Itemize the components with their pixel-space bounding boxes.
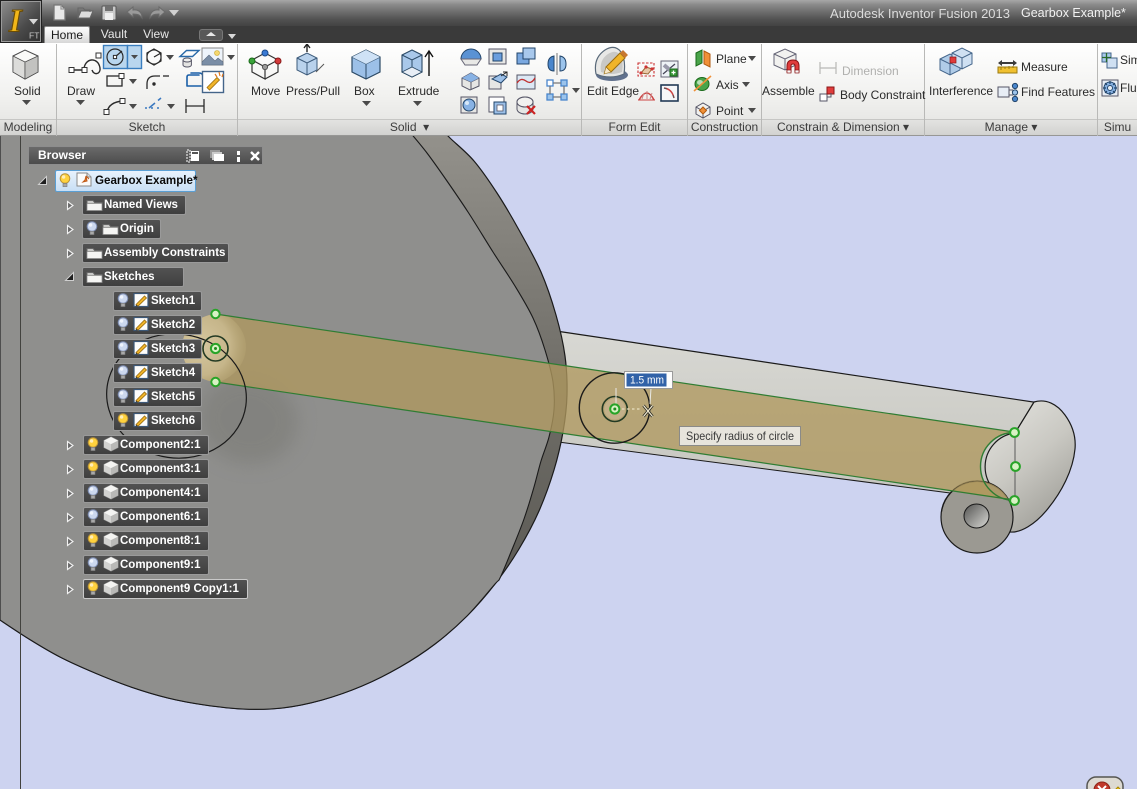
svg-text:Sim: Sim bbox=[1120, 53, 1137, 67]
svg-text:Axis: Axis bbox=[716, 78, 739, 92]
svg-text:Body Constraint: Body Constraint bbox=[840, 88, 926, 102]
svg-text:1.5 mm: 1.5 mm bbox=[630, 375, 664, 387]
svg-text:Flui: Flui bbox=[1120, 81, 1137, 95]
svg-text:Measure: Measure bbox=[1021, 60, 1068, 74]
svg-text:Edit Edge: Edit Edge bbox=[587, 84, 639, 98]
svg-text:Point: Point bbox=[716, 104, 744, 118]
svg-text:Press/Pull: Press/Pull bbox=[286, 84, 340, 98]
svg-text:Solid: Solid bbox=[14, 84, 41, 98]
svg-text:Interference: Interference bbox=[929, 84, 993, 98]
svg-text:Box: Box bbox=[354, 84, 375, 98]
svg-text:Dimension: Dimension bbox=[842, 64, 899, 78]
svg-text:Extrude: Extrude bbox=[398, 84, 440, 98]
svg-text:Plane: Plane bbox=[716, 52, 747, 66]
svg-text:FT: FT bbox=[29, 31, 39, 41]
svg-text:I: I bbox=[8, 4, 23, 40]
svg-text:Move: Move bbox=[251, 84, 281, 98]
svg-text:Assemble: Assemble bbox=[762, 84, 815, 98]
svg-text:Find Features: Find Features bbox=[1021, 85, 1095, 99]
svg-text:Draw: Draw bbox=[67, 84, 95, 98]
svg-text:Specify radius of circle: Specify radius of circle bbox=[686, 429, 794, 443]
